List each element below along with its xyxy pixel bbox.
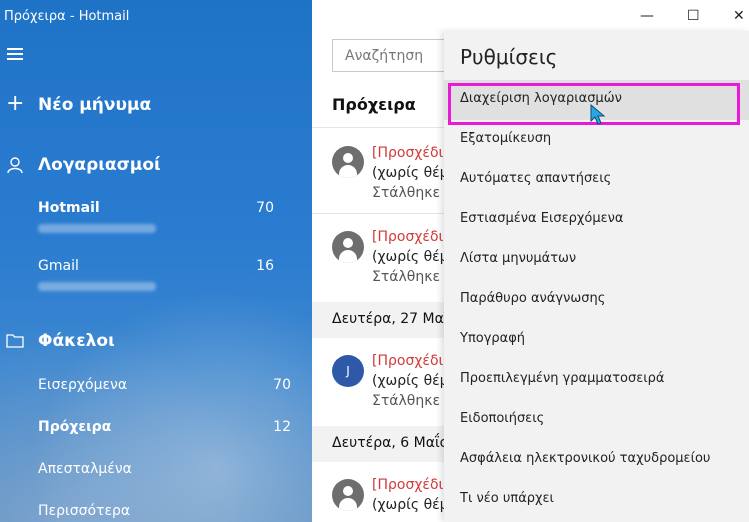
avatar: J bbox=[332, 355, 364, 387]
settings-item-reading-pane[interactable]: Παράθυρο ανάγνωσης bbox=[444, 280, 749, 320]
hamburger-menu-icon[interactable] bbox=[7, 48, 23, 60]
account-name: Hotmail bbox=[38, 200, 100, 216]
maximize-icon[interactable]: ☐ bbox=[687, 8, 700, 24]
window-title: Πρόχειρα - Hotmail bbox=[4, 9, 130, 24]
avatar bbox=[332, 146, 364, 178]
accounts-label: Λογαριασμοί bbox=[38, 155, 161, 175]
account-unread-count: 70 bbox=[256, 200, 274, 216]
folder-name: Πρόχειρα bbox=[38, 419, 112, 435]
sidebar: Πρόχειρα - Hotmail + Νέο μήνυμα Λογαριασ… bbox=[0, 0, 312, 522]
settings-item-whats-new[interactable]: Τι νέο υπάρχει bbox=[444, 480, 749, 520]
folders-label: Φάκελοι bbox=[38, 331, 115, 351]
settings-item-automatic-replies[interactable]: Αυτόματες απαντήσεις bbox=[444, 160, 749, 200]
avatar bbox=[332, 231, 364, 263]
settings-item-default-font[interactable]: Προεπιλεγμένη γραμματοσειρά bbox=[444, 360, 749, 400]
person-icon bbox=[7, 157, 23, 174]
plus-icon: + bbox=[6, 91, 25, 116]
account-name: Gmail bbox=[38, 258, 79, 274]
folder-icon bbox=[6, 334, 24, 348]
settings-item-personalization[interactable]: Εξατομίκευση bbox=[444, 120, 749, 160]
account-email-blurred bbox=[38, 282, 156, 291]
new-message-label: Νέο μήνυμα bbox=[38, 95, 152, 115]
avatar bbox=[332, 479, 364, 511]
account-unread-count: 16 bbox=[256, 258, 274, 274]
settings-title: Ρυθμίσεις bbox=[460, 45, 558, 69]
folder-name: Περισσότερα bbox=[38, 503, 131, 519]
folder-count: 12 bbox=[273, 419, 291, 435]
folder-title: Πρόχειρα bbox=[332, 95, 416, 114]
account-email-blurred bbox=[38, 224, 156, 233]
settings-item-notifications[interactable]: Ειδοποιήσεις bbox=[444, 400, 749, 440]
folder-name: Απεσταλμένα bbox=[38, 461, 132, 477]
minimize-icon[interactable]: — bbox=[640, 8, 654, 24]
close-icon[interactable]: ✕ bbox=[733, 8, 745, 24]
folder-name: Εισερχόμενα bbox=[38, 377, 128, 393]
settings-item-focused-inbox[interactable]: Εστιασμένα Εισερχόμενα bbox=[444, 200, 749, 240]
settings-item-signature[interactable]: Υπογραφή bbox=[444, 320, 749, 360]
settings-item-message-list[interactable]: Λίστα μηνυμάτων bbox=[444, 240, 749, 280]
settings-item-email-security[interactable]: Ασφάλεια ηλεκτρονικού ταχυδρομείου bbox=[444, 440, 749, 480]
folder-count: 70 bbox=[273, 377, 291, 393]
mouse-cursor-icon bbox=[590, 104, 606, 125]
